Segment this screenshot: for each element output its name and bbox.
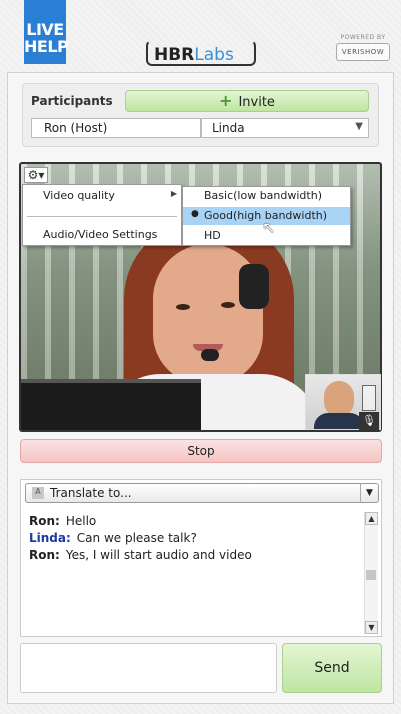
chat-panel: A Translate to... ▼ Ron: Hello Linda: Can … [20, 479, 382, 637]
video-quality-submenu: Basic(low bandwidth) ● Good(high bandwid… [182, 186, 351, 246]
video-settings-menu: Video quality ▶ Audio/Video Settings [22, 184, 182, 246]
verishow-logo: VERISHOW [336, 43, 390, 61]
headset [239, 264, 269, 309]
invite-label: Invite [238, 95, 275, 110]
chat-message: Linda: Can we please talk? [29, 530, 365, 547]
self-head [324, 381, 354, 417]
message-sender: Ron: [29, 548, 60, 562]
mouse-cursor-icon: ↖ [262, 218, 276, 237]
quality-option-basic-label: Basic(low bandwidth) [204, 189, 322, 202]
microphone-icon[interactable]: 🎙 [359, 412, 379, 430]
hbr-labs-logo: HBRLabs [146, 40, 256, 66]
chat-messages: Ron: Hello Linda: Can we please talk? Ron:… [29, 513, 365, 564]
logo-line2: HELP [24, 37, 69, 56]
participant-select[interactable]: Linda ▼ [201, 118, 369, 138]
scroll-thumb[interactable] [366, 570, 376, 580]
translate-select[interactable]: A Translate to... ▼ [25, 483, 379, 503]
plus-icon: + [219, 91, 233, 110]
powered-by: POWERED BY VERISHOW [336, 34, 390, 61]
scroll-up-icon[interactable]: ▲ [365, 512, 378, 525]
powered-by-label: POWERED BY [340, 34, 386, 41]
chat-message: Ron: Yes, I will start audio and video [29, 547, 365, 564]
quality-option-basic[interactable]: Basic(low bandwidth) [183, 187, 350, 205]
send-button[interactable]: Send [282, 643, 382, 693]
monitor [21, 379, 201, 430]
quality-option-hd-label: HD [204, 229, 221, 242]
hbr-text: HBR [154, 45, 195, 65]
dropdown-arrow-icon: ▼ [355, 121, 363, 132]
selected-dot-icon: ● [191, 209, 199, 219]
host-field: Ron (Host) [31, 118, 201, 138]
participants-label: Participants [31, 94, 113, 108]
live-help-logo: LIVE HELP [24, 0, 69, 64]
dropdown-arrow-icon: ▼ [360, 483, 378, 503]
translate-label: Translate to... [50, 486, 132, 500]
participant-select-value: Linda [212, 121, 245, 135]
menu-divider [27, 216, 177, 217]
chat-scrollbar[interactable]: ▲ ▼ [364, 512, 378, 634]
eye-left [176, 304, 190, 310]
message-sender: Linda: [29, 531, 71, 545]
scroll-down-icon[interactable]: ▼ [365, 621, 378, 634]
logo-line1: LIVE [26, 20, 64, 39]
labs-text: Labs [194, 45, 234, 65]
message-text: Yes, I will start audio and video [65, 548, 252, 562]
gear-icon[interactable]: ⚙▾ [24, 167, 48, 183]
participants-panel: Participants + Invite Ron (Host) Linda ▼ [22, 83, 379, 147]
stop-button[interactable]: Stop [20, 439, 382, 463]
header: LIVE HELP HBRLabs POWERED BY VERISHOW [0, 0, 401, 70]
chat-message: Ron: Hello [29, 513, 365, 530]
chat-input[interactable] [20, 643, 277, 693]
invite-button[interactable]: + Invite [125, 90, 369, 112]
translate-icon: A [32, 487, 44, 499]
menu-item-av-settings[interactable]: Audio/Video Settings [43, 228, 157, 241]
submenu-arrow-icon: ▶ [170, 189, 177, 198]
layout-switch-icon[interactable] [362, 385, 376, 411]
message-sender: Ron: [29, 514, 60, 528]
message-text: Hello [65, 514, 97, 528]
eye-right [221, 302, 235, 308]
message-text: Can we please talk? [76, 531, 197, 545]
headset-mic [201, 349, 219, 361]
self-shirt [314, 413, 364, 429]
menu-item-video-quality[interactable]: Video quality [43, 189, 115, 202]
